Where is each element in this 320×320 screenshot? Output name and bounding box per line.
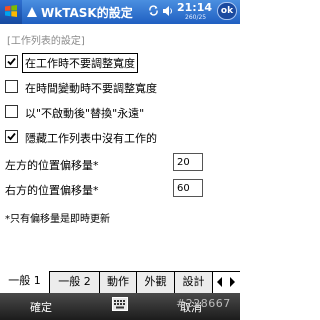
title-bar: WkTASK的設定 21:14 260/25 ok [0, 0, 240, 24]
option-label[interactable]: 隱藏工作列表中沒有工作的 [23, 129, 159, 147]
windows-flag-icon [5, 5, 17, 17]
tab-appearance[interactable]: 外觀 [137, 272, 175, 293]
tab-scroll-left-icon[interactable] [214, 274, 225, 290]
watermark-text: #228667 [176, 297, 231, 310]
volume-icon[interactable] [162, 5, 173, 17]
right-offset-label: 右方的位置偏移量* [5, 184, 99, 197]
start-button[interactable] [0, 0, 22, 24]
check-mark-icon [7, 132, 16, 141]
tab-actions[interactable]: 動作 [100, 272, 137, 293]
section-header: [工作列表的設定] [7, 36, 85, 47]
checkbox-checked[interactable] [5, 130, 18, 143]
option-label[interactable]: 以"不啟動後"替換"永遠" [23, 104, 146, 122]
clock-subtext: 260/25 [185, 14, 207, 21]
tab-scroll-right-icon[interactable] [227, 274, 238, 290]
checkbox-checked[interactable] [5, 55, 18, 68]
screen: WkTASK的設定 21:14 260/25 ok [工作列表的設定] 在工作時… [0, 0, 240, 320]
clock[interactable]: 21:14 [177, 1, 212, 14]
tab-general-2[interactable]: 一般 2 [50, 272, 100, 293]
option-label[interactable]: 在工作時不要調整寬度 [22, 53, 138, 73]
app-icon [27, 7, 37, 17]
left-offset-label: 左方的位置偏移量* [5, 159, 99, 172]
tab-strip: 一般 1 一般 2 動作 外觀 設計 [0, 271, 240, 293]
confirm-softkey[interactable]: 確定 [30, 299, 52, 315]
checkbox-unchecked[interactable] [5, 105, 18, 118]
right-offset-input[interactable] [173, 179, 203, 197]
check-mark-icon [7, 57, 16, 66]
tab-general-1[interactable]: 一般 1 [0, 271, 50, 293]
sync-icon[interactable] [148, 5, 159, 16]
tab-design[interactable]: 設計 [175, 272, 213, 293]
realtime-update-note: *只有偏移量是即時更新 [5, 214, 110, 225]
option-label[interactable]: 在時間變動時不要調整寬度 [23, 79, 159, 97]
ok-button[interactable]: ok [217, 2, 237, 20]
keyboard-icon[interactable] [112, 297, 128, 311]
left-offset-input[interactable] [173, 153, 203, 171]
window-title: WkTASK的設定 [41, 6, 133, 20]
checkbox-unchecked[interactable] [5, 80, 18, 93]
